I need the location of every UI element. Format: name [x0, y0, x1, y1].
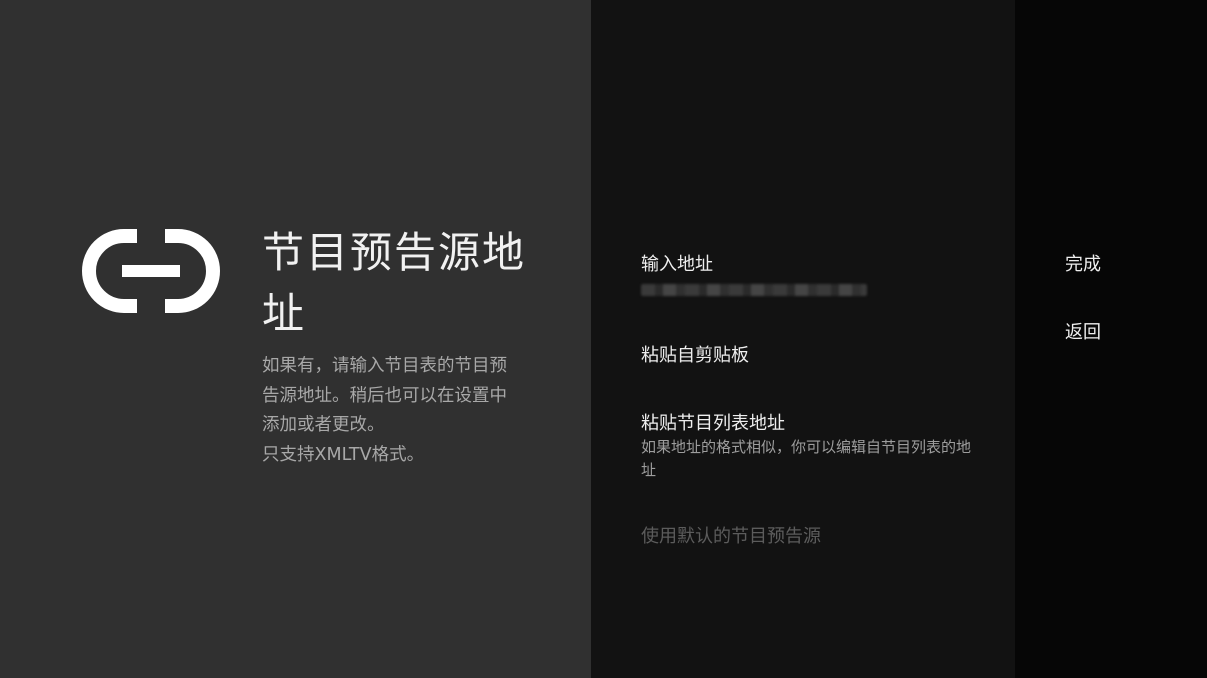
option-sublabel: 如果地址的格式相似，你可以编辑自节目列表的地址 — [641, 438, 972, 479]
address-value-redacted — [641, 284, 867, 296]
done-button[interactable]: 完成 — [1065, 253, 1101, 277]
actions-panel — [1015, 0, 1207, 678]
option-label: 粘贴节目列表地址 — [641, 413, 785, 434]
page-description: 如果有，请输入节目表的节目预告源地址。稍后也可以在设置中添加或者更改。 只支持X… — [262, 352, 522, 470]
back-button[interactable]: 返回 — [1065, 321, 1101, 345]
option-paste-playlist-url[interactable]: 粘贴节目列表地址 如果地址的格式相似，你可以编辑自节目列表的地址 — [641, 412, 981, 482]
description-text: 如果有，请输入节目表的节目预告源地址。稍后也可以在设置中添加或者更改。 — [262, 356, 507, 435]
option-label: 输入地址 — [641, 254, 713, 275]
link-icon — [82, 229, 220, 313]
guidance-panel: 节目预告源地址 如果有，请输入节目表的节目预告源地址。稍后也可以在设置中添加或者… — [0, 0, 591, 678]
epg-source-setup-screen: 节目预告源地址 如果有，请输入节目表的节目预告源地址。稍后也可以在设置中添加或者… — [0, 0, 1207, 678]
options-panel — [591, 0, 1015, 678]
option-use-default-source[interactable]: 使用默认的节目预告源 — [641, 525, 981, 549]
option-label: 粘贴自剪贴板 — [641, 345, 749, 366]
page-title: 节目预告源地址 — [262, 228, 527, 338]
format-note: 只支持XMLTV格式。 — [262, 444, 425, 465]
option-enter-address[interactable]: 输入地址 — [641, 253, 981, 296]
option-paste-clipboard[interactable]: 粘贴自剪贴板 — [641, 344, 981, 368]
option-label: 使用默认的节目预告源 — [641, 526, 821, 547]
